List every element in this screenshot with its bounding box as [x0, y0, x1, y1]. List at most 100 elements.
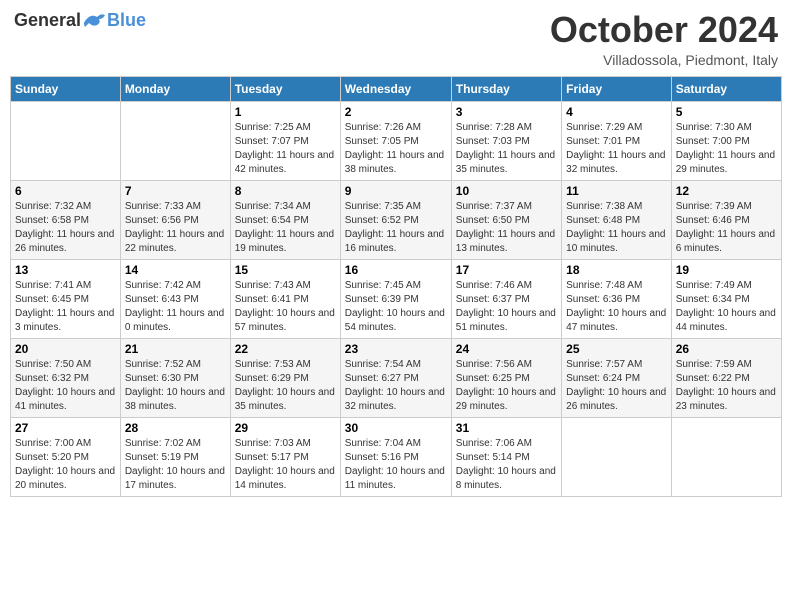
calendar-cell: 4 Sunrise: 7:29 AMSunset: 7:01 PMDaylight…: [562, 101, 672, 180]
page-header: General Blue October 2024 Villadossola, …: [10, 10, 782, 68]
day-info: Sunrise: 7:34 AMSunset: 6:54 PMDaylight:…: [235, 200, 336, 256]
day-info: Sunrise: 7:52 AMSunset: 6:30 PMDaylight:…: [125, 358, 226, 414]
day-number: 12: [676, 184, 777, 198]
day-number: 5: [676, 105, 777, 119]
day-number: 11: [566, 184, 667, 198]
day-info: Sunrise: 7:57 AMSunset: 6:24 PMDaylight:…: [566, 358, 667, 414]
day-number: 26: [676, 342, 777, 356]
calendar-cell: 17 Sunrise: 7:46 AMSunset: 6:37 PMDayligh…: [451, 259, 561, 338]
day-info: Sunrise: 7:25 AMSunset: 7:07 PMDaylight:…: [235, 121, 336, 177]
calendar-cell: 8 Sunrise: 7:34 AMSunset: 6:54 PMDaylight…: [230, 180, 340, 259]
calendar-cell: 21 Sunrise: 7:52 AMSunset: 6:30 PMDayligh…: [120, 338, 230, 417]
day-number: 28: [125, 421, 226, 435]
logo: General Blue: [14, 10, 146, 31]
day-of-week-header: Sunday: [11, 76, 121, 101]
day-number: 3: [456, 105, 557, 119]
day-info: Sunrise: 7:50 AMSunset: 6:32 PMDaylight:…: [15, 358, 116, 414]
day-number: 9: [345, 184, 447, 198]
calendar-cell: 15 Sunrise: 7:43 AMSunset: 6:41 PMDayligh…: [230, 259, 340, 338]
calendar-week-row: 6Sunrise: 7:32 AMSunset: 6:58 PMDaylight…: [11, 180, 782, 259]
calendar-cell: [671, 417, 781, 496]
calendar-cell: 10Sunrise: 7:37 AMSunset: 6:50 PMDayligh…: [451, 180, 561, 259]
day-number: 13: [15, 263, 116, 277]
calendar-cell: 7Sunrise: 7:33 AMSunset: 6:56 PMDaylight…: [120, 180, 230, 259]
day-info: Sunrise: 7:38 AMSunset: 6:48 PMDaylight:…: [566, 200, 667, 256]
logo-blue-text: Blue: [107, 10, 146, 31]
day-number: 4: [566, 105, 667, 119]
day-info: Sunrise: 7:53 AMSunset: 6:29 PMDaylight:…: [235, 358, 336, 414]
day-info: Sunrise: 7:37 AMSunset: 6:50 PMDaylight:…: [456, 200, 557, 256]
day-info: Sunrise: 7:06 AMSunset: 5:14 PMDaylight:…: [456, 437, 557, 493]
day-of-week-header: Saturday: [671, 76, 781, 101]
calendar-table: SundayMondayTuesdayWednesdayThursdayFrid…: [10, 76, 782, 497]
day-info: Sunrise: 7:39 AMSunset: 6:46 PMDaylight:…: [676, 200, 777, 256]
calendar-cell: 9 Sunrise: 7:35 AMSunset: 6:52 PMDaylight…: [340, 180, 451, 259]
day-info: Sunrise: 7:35 AMSunset: 6:52 PMDaylight:…: [345, 200, 447, 256]
calendar-cell: 2 Sunrise: 7:26 AMSunset: 7:05 PMDaylight…: [340, 101, 451, 180]
calendar-cell: 12 Sunrise: 7:39 AMSunset: 6:46 PMDayligh…: [671, 180, 781, 259]
calendar-cell: 27 Sunrise: 7:00 AMSunset: 5:20 PMDayligh…: [11, 417, 121, 496]
calendar-week-row: 13 Sunrise: 7:41 AMSunset: 6:45 PMDayligh…: [11, 259, 782, 338]
day-of-week-header: Friday: [562, 76, 672, 101]
day-info: Sunrise: 7:02 AMSunset: 5:19 PMDaylight:…: [125, 437, 226, 493]
calendar-cell: 23 Sunrise: 7:54 AMSunset: 6:27 PMDayligh…: [340, 338, 451, 417]
calendar-week-row: 1Sunrise: 7:25 AMSunset: 7:07 PMDaylight…: [11, 101, 782, 180]
day-info: Sunrise: 7:00 AMSunset: 5:20 PMDaylight:…: [15, 437, 116, 493]
day-info: Sunrise: 7:33 AMSunset: 6:56 PMDaylight:…: [125, 200, 226, 256]
calendar-cell: 26 Sunrise: 7:59 AMSunset: 6:22 PMDayligh…: [671, 338, 781, 417]
day-info: Sunrise: 7:46 AMSunset: 6:37 PMDaylight:…: [456, 279, 557, 335]
day-info: Sunrise: 7:26 AMSunset: 7:05 PMDaylight:…: [345, 121, 447, 177]
day-info: Sunrise: 7:28 AMSunset: 7:03 PMDaylight:…: [456, 121, 557, 177]
day-info: Sunrise: 7:29 AMSunset: 7:01 PMDaylight:…: [566, 121, 667, 177]
calendar-cell: 18 Sunrise: 7:48 AMSunset: 6:36 PMDayligh…: [562, 259, 672, 338]
day-info: Sunrise: 7:59 AMSunset: 6:22 PMDaylight:…: [676, 358, 777, 414]
day-info: Sunrise: 7:45 AMSunset: 6:39 PMDaylight:…: [345, 279, 447, 335]
day-info: Sunrise: 7:48 AMSunset: 6:36 PMDaylight:…: [566, 279, 667, 335]
day-number: 19: [676, 263, 777, 277]
day-number: 24: [456, 342, 557, 356]
day-number: 8: [235, 184, 336, 198]
day-number: 2: [345, 105, 447, 119]
calendar-cell: 11 Sunrise: 7:38 AMSunset: 6:48 PMDayligh…: [562, 180, 672, 259]
day-number: 31: [456, 421, 557, 435]
title-section: October 2024 Villadossola, Piedmont, Ita…: [550, 10, 778, 68]
day-number: 21: [125, 342, 226, 356]
day-info: Sunrise: 7:49 AMSunset: 6:34 PMDaylight:…: [676, 279, 777, 335]
calendar-cell: [562, 417, 672, 496]
day-info: Sunrise: 7:42 AMSunset: 6:43 PMDaylight:…: [125, 279, 226, 335]
day-info: Sunrise: 7:54 AMSunset: 6:27 PMDaylight:…: [345, 358, 447, 414]
day-number: 23: [345, 342, 447, 356]
day-of-week-header: Wednesday: [340, 76, 451, 101]
logo-general-text: General: [14, 10, 81, 31]
day-number: 17: [456, 263, 557, 277]
day-info: Sunrise: 7:41 AMSunset: 6:45 PMDaylight:…: [15, 279, 116, 335]
day-number: 27: [15, 421, 116, 435]
day-info: Sunrise: 7:56 AMSunset: 6:25 PMDaylight:…: [456, 358, 557, 414]
day-number: 15: [235, 263, 336, 277]
calendar-cell: 20Sunrise: 7:50 AMSunset: 6:32 PMDayligh…: [11, 338, 121, 417]
calendar-cell: 25Sunrise: 7:57 AMSunset: 6:24 PMDayligh…: [562, 338, 672, 417]
logo-bird-icon: [83, 11, 107, 31]
day-number: 14: [125, 263, 226, 277]
calendar-week-row: 20Sunrise: 7:50 AMSunset: 6:32 PMDayligh…: [11, 338, 782, 417]
day-info: Sunrise: 7:32 AMSunset: 6:58 PMDaylight:…: [15, 200, 116, 256]
day-number: 29: [235, 421, 336, 435]
day-of-week-header: Monday: [120, 76, 230, 101]
day-of-week-header: Thursday: [451, 76, 561, 101]
calendar-cell: 31 Sunrise: 7:06 AMSunset: 5:14 PMDayligh…: [451, 417, 561, 496]
calendar-cell: 6Sunrise: 7:32 AMSunset: 6:58 PMDaylight…: [11, 180, 121, 259]
calendar-cell: 14 Sunrise: 7:42 AMSunset: 6:43 PMDayligh…: [120, 259, 230, 338]
calendar-cell: 30 Sunrise: 7:04 AMSunset: 5:16 PMDayligh…: [340, 417, 451, 496]
calendar-cell: 16Sunrise: 7:45 AMSunset: 6:39 PMDayligh…: [340, 259, 451, 338]
calendar-cell: 28 Sunrise: 7:02 AMSunset: 5:19 PMDayligh…: [120, 417, 230, 496]
month-title: October 2024: [550, 10, 778, 50]
day-number: 18: [566, 263, 667, 277]
calendar-cell: 13 Sunrise: 7:41 AMSunset: 6:45 PMDayligh…: [11, 259, 121, 338]
calendar-cell: [120, 101, 230, 180]
calendar-cell: 24 Sunrise: 7:56 AMSunset: 6:25 PMDayligh…: [451, 338, 561, 417]
day-info: Sunrise: 7:04 AMSunset: 5:16 PMDaylight:…: [345, 437, 447, 493]
day-info: Sunrise: 7:30 AMSunset: 7:00 PMDaylight:…: [676, 121, 777, 177]
calendar-cell: [11, 101, 121, 180]
day-number: 30: [345, 421, 447, 435]
day-info: Sunrise: 7:43 AMSunset: 6:41 PMDaylight:…: [235, 279, 336, 335]
